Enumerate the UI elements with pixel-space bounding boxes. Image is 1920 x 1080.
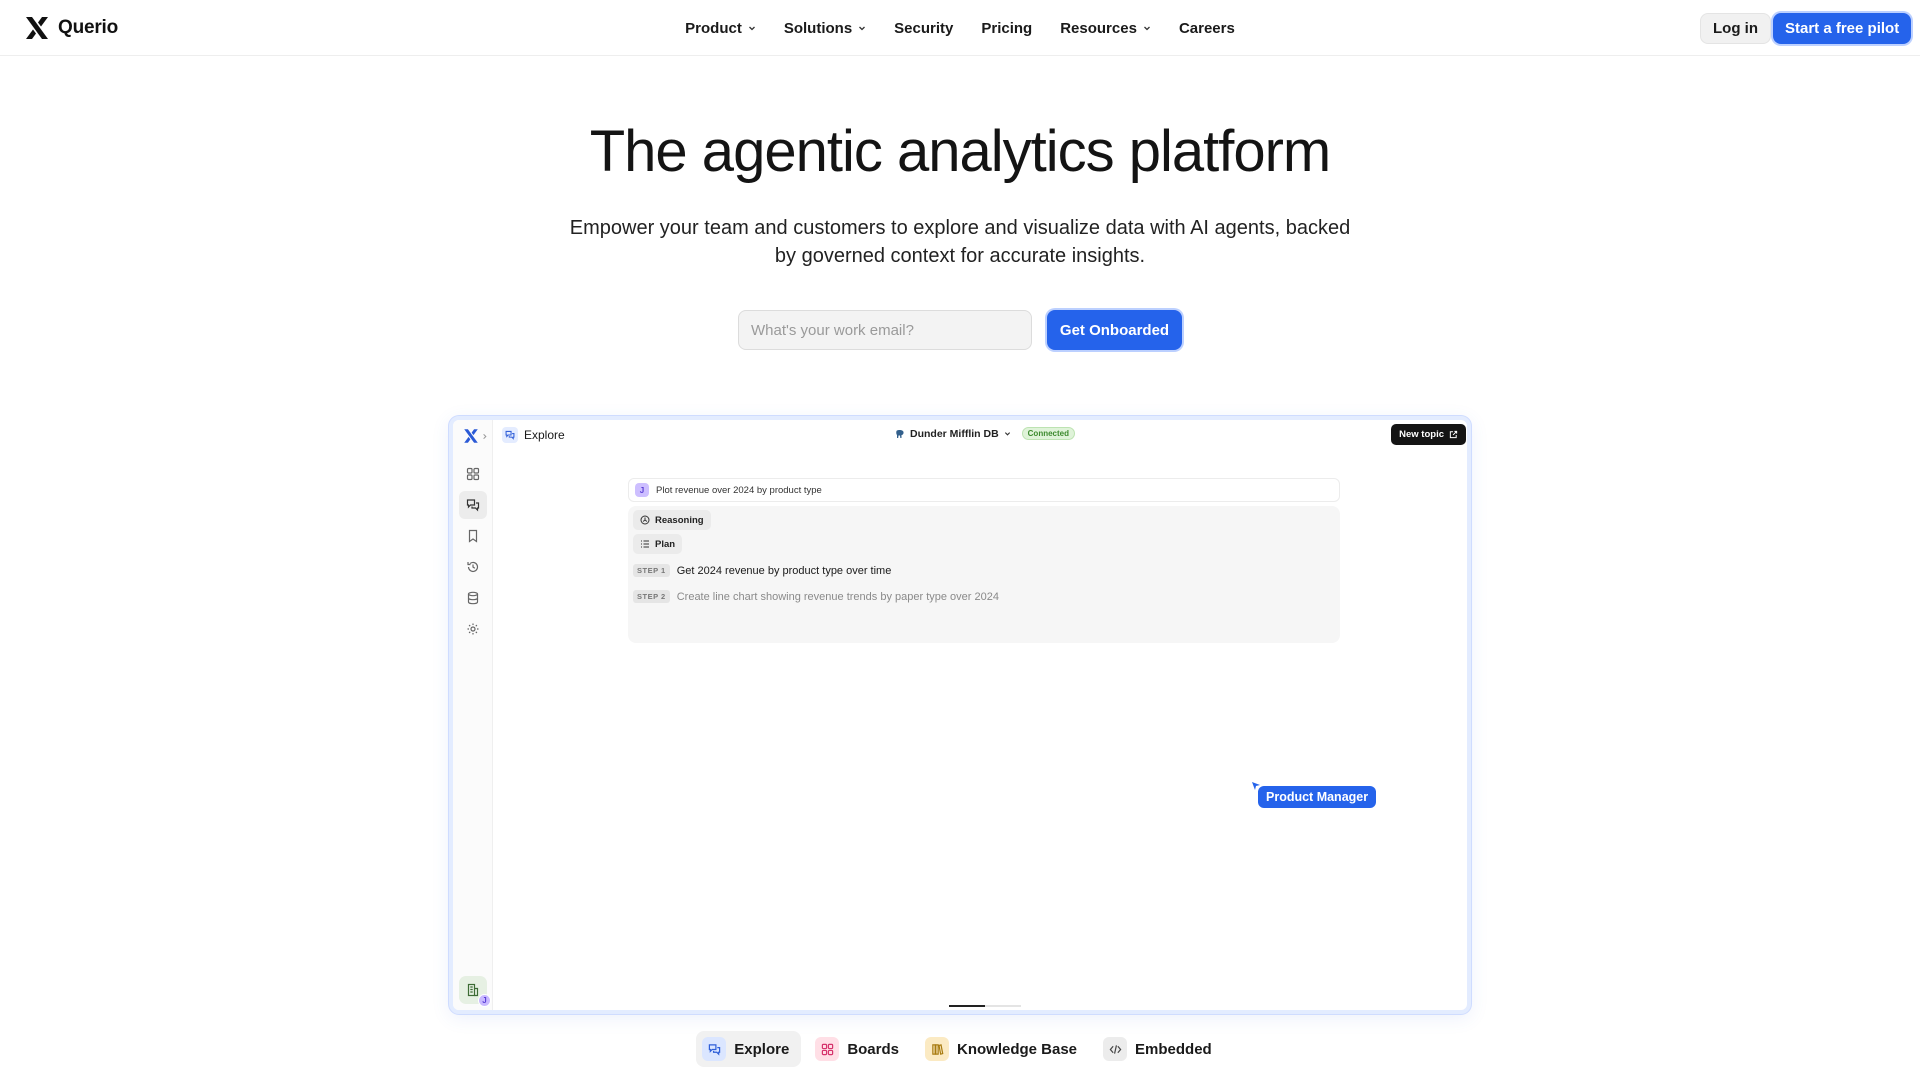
tab-knowledge-base[interactable]: Knowledge Base (919, 1031, 1089, 1067)
plan-toggle[interactable]: Plan (633, 534, 683, 554)
app-sidebar-rail: J (453, 420, 493, 1010)
user-avatar: J (635, 483, 649, 497)
connection-status-badge: Connected (1021, 427, 1075, 440)
start-free-pilot-button[interactable]: Start a free pilot (1773, 13, 1912, 44)
database-icon (467, 591, 479, 605)
database-selector[interactable]: Dunder Mifflin DB Connected (895, 427, 1075, 440)
gear-icon (467, 623, 479, 635)
list-icon (641, 540, 649, 548)
cursor-label: Product Manager (1258, 786, 1377, 808)
rail-history[interactable] (459, 553, 487, 581)
books-icon (931, 1043, 943, 1055)
rail-database[interactable] (459, 584, 487, 612)
app-preview-frame: J Explore Dunder Mifflin DB Connected Ne… (449, 416, 1471, 1014)
tab-embedded[interactable]: Embedded (1097, 1031, 1224, 1067)
top-navbar: Querio Product Solutions Security Pricin… (0, 0, 1920, 56)
chat-icon (708, 1043, 720, 1056)
external-link-icon (1449, 430, 1458, 439)
rail-saved[interactable] (459, 522, 487, 550)
menu-item-product[interactable]: Product (685, 20, 756, 37)
chevron-right-icon (483, 433, 487, 439)
main-menu: Product Solutions Security Pricing Resou… (0, 0, 1920, 56)
menu-item-solutions[interactable]: Solutions (784, 20, 866, 37)
menu-item-careers[interactable]: Careers (1179, 20, 1235, 37)
menu-item-pricing[interactable]: Pricing (981, 20, 1032, 37)
bookmark-icon (468, 529, 478, 543)
step-tag: STEP 1 (633, 564, 670, 577)
plan-step: STEP 2 Create line chart showing revenue… (633, 590, 999, 603)
step-text: Create line chart showing revenue trends… (676, 590, 999, 603)
chevron-down-icon (748, 26, 755, 31)
reasoning-toggle[interactable]: Reasoning (633, 510, 711, 530)
rail-settings[interactable] (459, 615, 487, 643)
user-prompt: J Plot revenue over 2024 by product type (628, 478, 1340, 502)
feature-tabs: Explore Boards Knowledge Base Embedded (0, 1031, 1920, 1067)
rail-boards[interactable] (459, 460, 487, 488)
chevron-down-icon (1143, 26, 1150, 31)
user-avatar: J (478, 994, 491, 1007)
tab-explore[interactable]: Explore (696, 1031, 802, 1067)
reasoning-icon (640, 515, 650, 525)
workspace-avatar[interactable]: J (459, 976, 491, 1007)
work-email-input[interactable] (738, 310, 1032, 350)
querio-logo-icon (464, 429, 478, 443)
breadcrumb-label: Explore (524, 428, 565, 442)
grid-icon (821, 1043, 834, 1055)
elephant-db-icon (896, 429, 904, 438)
chat-icon (466, 499, 480, 512)
chat-icon (505, 430, 515, 440)
breadcrumb[interactable]: Explore (502, 427, 565, 443)
plan-step: STEP 1 Get 2024 revenue by product type … (633, 564, 891, 577)
rail-explore[interactable] (459, 491, 487, 519)
code-icon (1109, 1044, 1121, 1054)
new-topic-button[interactable]: New topic (1391, 424, 1466, 445)
tab-boards[interactable]: Boards (809, 1031, 911, 1067)
grid-icon (466, 467, 480, 481)
menu-item-resources[interactable]: Resources (1060, 20, 1151, 37)
get-onboarded-button[interactable]: Get Onboarded (1047, 310, 1182, 350)
menu-item-security[interactable]: Security (894, 20, 953, 37)
prompt-text: Plot revenue over 2024 by product type (656, 484, 822, 496)
chevron-down-icon (859, 26, 866, 31)
building-icon (467, 983, 479, 997)
carousel-progress (949, 1005, 1021, 1007)
chevron-down-icon (1004, 432, 1010, 436)
database-name: Dunder Mifflin DB (910, 427, 999, 440)
step-tag: STEP 2 (633, 590, 670, 603)
reasoning-panel: Reasoning Plan STEP 1 Get 2024 revenue b… (628, 506, 1340, 643)
hero-title: The agentic analytics platform (589, 119, 1331, 184)
hero-subtitle: Empower your team and customers to explo… (569, 217, 1351, 267)
carousel-progress-fill (949, 1005, 985, 1007)
app-logo[interactable] (463, 428, 488, 444)
step-text: Get 2024 revenue by product type over ti… (676, 564, 892, 577)
app-topbar: Explore Dunder Mifflin DB Connected New … (493, 420, 1467, 450)
login-button[interactable]: Log in (1700, 13, 1771, 44)
history-icon (467, 561, 479, 573)
